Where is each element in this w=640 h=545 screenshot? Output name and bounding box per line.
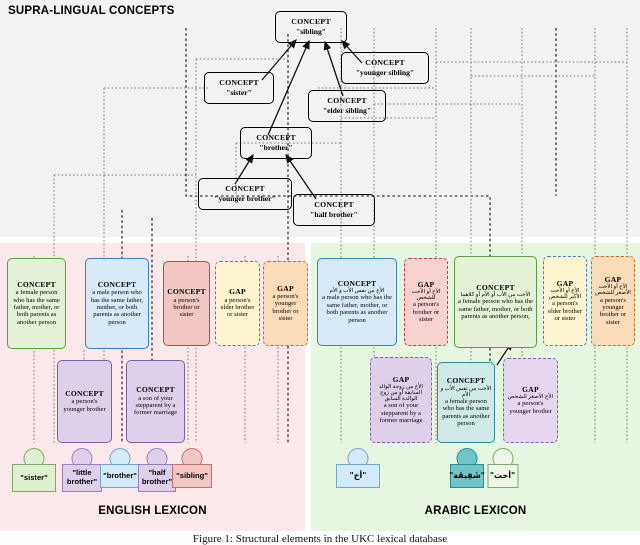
lexeme-word: "أخ" xyxy=(336,464,380,488)
node-header: CONCEPT xyxy=(291,17,331,27)
lexeme-word: "sibling" xyxy=(172,464,212,488)
arabic-concept-sister[interactable]: CONCEPT الأخت من الأب أو الأم أو كلاهما … xyxy=(454,256,537,348)
arabic-lexicon-title: ARABIC LEXICON xyxy=(424,505,527,517)
node-definition: a female person who has the same father,… xyxy=(13,289,60,326)
lexeme-word: "sister" xyxy=(12,464,56,492)
node-definition: a person's elder brother or sister xyxy=(220,296,255,319)
arabic-concept-brother[interactable]: CONCEPT الأخ من نفس الأب و الأم a male p… xyxy=(317,258,397,346)
supra-node-half-brother[interactable]: CONCEPT "half brother" xyxy=(293,194,375,226)
arabic-gap-sibling[interactable]: GAP الأخ أو الأخت للشخص a person's broth… xyxy=(404,258,448,346)
english-concept-brother[interactable]: CONCEPT a male person who has the same f… xyxy=(85,258,149,349)
english-gap-younger-sibling[interactable]: GAP a person's younger brother or sister xyxy=(263,261,308,346)
node-definition-arabic: الأخ من زوجة الوالد السابقة أو من زوج ال… xyxy=(378,383,423,403)
node-header: GAP xyxy=(417,279,435,289)
lexeme-word: "شَقِيقَة" xyxy=(449,464,485,488)
node-definition-arabic: الأخ أو الأخت للشخص xyxy=(411,288,441,302)
node-header: CONCEPT xyxy=(256,133,296,143)
node-header: CONCEPT xyxy=(476,282,515,292)
node-header: CONCEPT xyxy=(17,279,56,289)
node-definition: a person's elder brother or sister xyxy=(548,300,582,322)
lexeme-word: "half brother" xyxy=(138,464,176,492)
english-concept-little-brother[interactable]: CONCEPT a person's younger brother xyxy=(57,360,112,443)
supra-node-sibling[interactable]: CONCEPT "sibling" xyxy=(275,11,347,43)
lexeme-word: "little brother" xyxy=(62,464,102,492)
node-header: GAP xyxy=(556,278,574,288)
node-definition: a female person who has the same father,… xyxy=(458,298,533,320)
node-header: CONCEPT xyxy=(167,287,206,297)
arabic-gap-elder-sibling[interactable]: GAP الأخ أو الأخت الأكبر للشخص a person'… xyxy=(543,256,587,346)
node-definition: a male person who has the same father, m… xyxy=(322,294,392,324)
node-label: "half brother" xyxy=(310,209,358,219)
node-definition: a son of your stepparent by a former mar… xyxy=(379,402,423,425)
english-concept-half-brother[interactable]: CONCEPT a son of your stepparent by a fo… xyxy=(126,360,185,443)
lexeme-word: "brother" xyxy=(100,464,140,488)
node-definition: a son of your stepparent by a former mar… xyxy=(133,394,178,417)
supra-node-younger-sibling[interactable]: CONCEPT "younger sibling" xyxy=(341,52,429,84)
node-header: GAP xyxy=(277,283,294,293)
node-label: "elder sibling" xyxy=(322,105,372,115)
figure-root: SUPRA-LINGUAL CONCEPTS ENGLISH LEXICON A… xyxy=(0,0,640,545)
arabic-gap-younger-sibling[interactable]: GAP الأخ أو الأخت الأصغر للشخص a person'… xyxy=(591,256,635,346)
node-header: CONCEPT xyxy=(219,78,259,88)
arabic-gap-half-brother[interactable]: GAP الأخ من زوجة الوالد السابقة أو من زو… xyxy=(370,357,432,443)
node-definition-arabic: الأخت من نفس الأب و الأم xyxy=(440,385,492,398)
supra-node-elder-sibling[interactable]: CONCEPT "elder sibling" xyxy=(308,90,386,122)
english-gap-elder-sibling[interactable]: GAP a person's elder brother or sister xyxy=(215,261,260,346)
supra-node-brother[interactable]: CONCEPT "brother" xyxy=(240,127,312,159)
arabic-gap-younger-brother[interactable]: GAP الأخ الأصغر للشخص a person's younger… xyxy=(503,358,558,443)
node-header: CONCEPT xyxy=(65,388,104,398)
supra-node-younger-brother[interactable]: CONCEPT "younger brother" xyxy=(198,178,292,210)
node-definition: a person's younger brother or sister xyxy=(272,292,299,323)
english-concept-sister[interactable]: CONCEPT a female person who has the same… xyxy=(7,258,66,349)
lexeme-word: "أخت" xyxy=(487,464,518,488)
node-definition: a person's brother or sister xyxy=(173,296,200,319)
english-concept-sibling[interactable]: CONCEPT a person's brother or sister xyxy=(163,261,210,346)
node-label: "brother" xyxy=(259,142,293,152)
figure-caption: Figure 1: Structural elements in the UKC… xyxy=(192,533,448,545)
supra-lingual-title: SUPRA-LINGUAL CONCEPTS xyxy=(8,5,175,17)
node-label: "younger sibling" xyxy=(355,67,415,77)
arabic-concept-full-sister[interactable]: CONCEPT الأخت من نفس الأب و الأم a femal… xyxy=(437,362,495,443)
node-header: CONCEPT xyxy=(446,376,486,386)
node-definition: a person's younger brother xyxy=(509,400,552,415)
english-lexicon-title: ENGLISH LEXICON xyxy=(98,505,207,517)
node-header: CONCEPT xyxy=(97,279,137,289)
node-header: CONCEPT xyxy=(365,58,405,68)
node-definition: a female person who has the same parents… xyxy=(442,398,490,428)
supra-node-sister[interactable]: CONCEPT "sister" xyxy=(204,72,274,104)
node-header: CONCEPT xyxy=(225,184,265,194)
node-definition: a person's younger brother or sister xyxy=(599,296,627,326)
node-label: "younger brother" xyxy=(214,193,276,203)
node-definition-arabic: الأخ أو الأخت الأكبر للشخص xyxy=(548,287,582,301)
node-header: GAP xyxy=(392,374,410,384)
node-definition-arabic: الأخ أو الأخت الأصغر للشخص xyxy=(595,284,631,297)
node-header: GAP xyxy=(522,384,539,394)
node-header: CONCEPT xyxy=(314,200,354,210)
node-definition: a person's brother or sister xyxy=(412,301,440,323)
node-label: "sibling" xyxy=(296,26,326,36)
node-header: GAP xyxy=(229,287,246,297)
node-header: CONCEPT xyxy=(136,385,175,395)
node-definition: a male person who has the same father, m… xyxy=(90,289,144,326)
node-label: "sister" xyxy=(226,87,252,97)
node-header: CONCEPT xyxy=(327,96,367,106)
node-definition: a person's younger brother xyxy=(63,398,106,413)
